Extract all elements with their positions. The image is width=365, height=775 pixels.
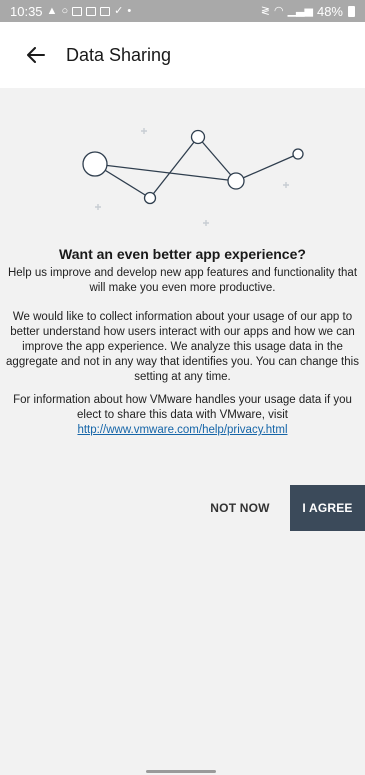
alert-icon: ▲ [46,4,58,17]
agree-button[interactable]: I AGREE [290,485,365,531]
privacy-paragraph: For information about how VMware handles… [0,393,365,438]
status-bar: 10:35 ▲ ○ ✓ • ≷ ◠ ▁▃▅ 48% [0,0,365,22]
privacy-text: For information about how VMware handles… [13,394,352,421]
page-title: Data Sharing [66,44,172,65]
arrow-left-icon [27,47,45,63]
home-indicator[interactable] [146,770,216,773]
headline: Want an even better app experience? [59,246,306,262]
intro-paragraph: Help us improve and develop new app feat… [7,267,358,294]
button-row: NOT NOW I AGREE [0,485,365,531]
status-left: 10:35 ▲ ○ ✓ • [10,4,131,19]
circle-icon: ○ [61,4,69,17]
status-right: ≷ ◠ ▁▃▅ 48% [261,4,355,19]
battery-icon [348,5,355,17]
not-now-button[interactable]: NOT NOW [200,485,280,531]
check-icon: ✓ [114,4,124,17]
gallery-icon [100,6,111,16]
battery-percent: 48% [316,3,343,19]
app-bar: Data Sharing [0,22,365,88]
privacy-link[interactable]: http://www.vmware.com/help/privacy.html [77,424,287,436]
message-icon [72,6,83,16]
wifi-icon: ◠ [273,4,284,17]
screen: 10:35 ▲ ○ ✓ • ≷ ◠ ▁▃▅ 48% Data Sharing W… [0,0,365,775]
calendar-icon [86,6,97,16]
signal-icon: ▁▃▅ [287,4,313,17]
status-time: 10:35 [10,3,43,19]
usage-paragraph: We would like to collect information abo… [6,311,359,383]
nfc-icon: ≷ [260,4,270,17]
back-button[interactable] [12,31,60,79]
network-illustration [82,128,304,226]
dot-icon: • [127,4,132,17]
